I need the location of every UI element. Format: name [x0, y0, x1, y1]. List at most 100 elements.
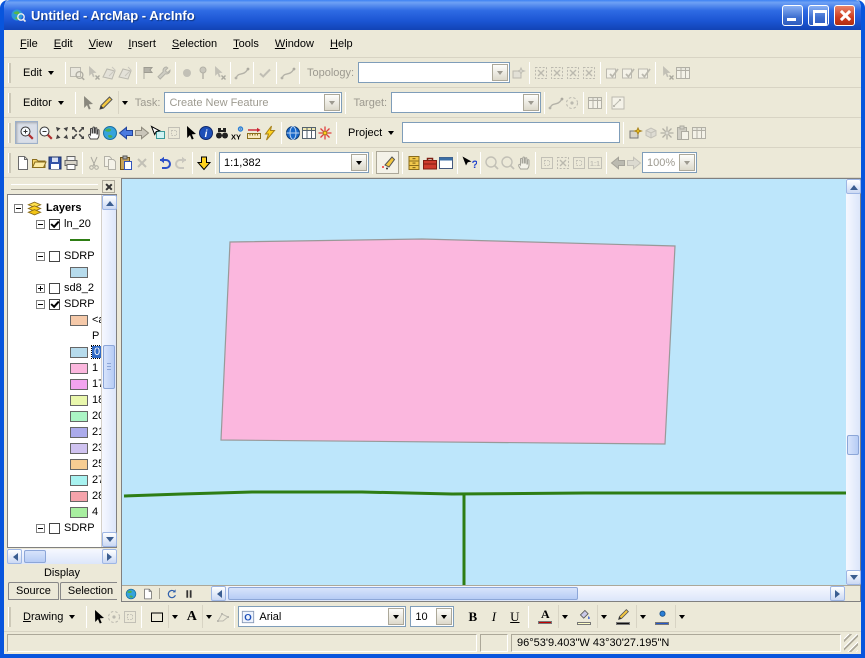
text-tool-dropdown[interactable] — [202, 605, 215, 628]
toc-close-icon[interactable] — [102, 180, 115, 193]
combo-dropdown-button[interactable] — [436, 608, 452, 625]
toolbar-grip[interactable] — [8, 153, 11, 173]
error-inspector-icon[interactable] — [604, 65, 620, 81]
scroll-track[interactable] — [102, 210, 116, 532]
toc-vertical-scrollbar[interactable] — [101, 195, 116, 547]
fixed-zoom-out-icon[interactable] — [70, 125, 86, 141]
italic-button[interactable]: I — [483, 606, 504, 627]
clear-selection-icon[interactable] — [166, 125, 182, 141]
legend-swatch[interactable] — [70, 363, 88, 374]
legend-swatch[interactable] — [70, 427, 88, 438]
map-topology-tool-icon[interactable] — [69, 65, 85, 81]
measure-ruler-icon[interactable] — [246, 125, 262, 141]
fix-topology-wrench-icon[interactable] — [156, 65, 172, 81]
full-extent-globe-icon[interactable] — [102, 125, 118, 141]
editor-menu-button[interactable]: Editor — [15, 92, 72, 114]
command-window-icon[interactable] — [438, 155, 454, 171]
combo-dropdown-button[interactable] — [351, 154, 367, 171]
scroll-thumb[interactable] — [103, 345, 115, 389]
zoom-out-icon[interactable] — [38, 125, 54, 141]
layout-zoom-in-icon[interactable] — [484, 155, 500, 171]
legend-swatch[interactable] — [70, 379, 88, 390]
title-bar[interactable]: Untitled - ArcMap - ArcInfo — [4, 0, 861, 30]
maximize-button[interactable] — [808, 5, 829, 26]
clear-errors-cursor-icon[interactable] — [659, 65, 675, 81]
menu-insert[interactable]: Insert — [120, 35, 164, 53]
map-canvas[interactable] — [122, 179, 845, 585]
legend-row[interactable]: 23 — [8, 440, 101, 456]
legend-swatch[interactable] — [70, 491, 88, 502]
scroll-track[interactable] — [226, 586, 830, 601]
validate-topology-area-icon[interactable] — [533, 65, 549, 81]
scroll-up-button[interactable] — [846, 179, 861, 194]
legend-swatch[interactable] — [70, 395, 88, 406]
font-color-dropdown[interactable] — [558, 605, 571, 628]
legend-row[interactable]: 21 — [8, 424, 101, 440]
legend-swatch[interactable] — [70, 459, 88, 470]
fixed-layout-zoom-icon[interactable] — [571, 155, 587, 171]
scroll-left-button[interactable] — [211, 586, 226, 601]
topology-edit-cursor-icon[interactable] — [85, 65, 101, 81]
arccatalog-icon[interactable] — [406, 155, 422, 171]
copy-icon[interactable] — [102, 155, 118, 171]
collapse-toggle[interactable] — [36, 252, 45, 261]
layer-row-ln20[interactable]: ln_20 — [8, 216, 101, 232]
whats-this-help-icon[interactable] — [461, 155, 477, 171]
zoom-100-icon[interactable] — [555, 155, 571, 171]
symbol-row-sdrp1[interactable] — [8, 264, 101, 280]
toc-drag-grip[interactable] — [11, 184, 98, 190]
task-combo[interactable]: Create New Feature — [164, 92, 342, 113]
legend-row[interactable]: 27 — [8, 472, 101, 488]
tab-source[interactable]: Source — [8, 582, 59, 600]
drawing-menu-button[interactable]: Drawing — [15, 606, 83, 628]
save-floppy-icon[interactable] — [47, 155, 63, 171]
hyperlink-lightning-icon[interactable] — [262, 125, 278, 141]
combo-dropdown-button[interactable] — [679, 154, 695, 171]
send-tool-icon[interactable] — [675, 125, 691, 141]
layer-visibility-checkbox[interactable] — [49, 283, 60, 294]
scroll-down-button[interactable] — [102, 532, 117, 547]
map-drawing[interactable] — [122, 179, 846, 585]
generalize-edge-icon[interactable] — [234, 65, 250, 81]
scroll-up-button[interactable] — [102, 195, 117, 210]
marker-color-button[interactable] — [649, 605, 675, 628]
layer-row-sdrp3[interactable]: SDRP — [8, 520, 101, 536]
sketch-tool-button[interactable] — [95, 91, 118, 114]
rotate-tool-icon[interactable] — [564, 95, 580, 111]
select-features-icon[interactable] — [150, 125, 166, 141]
legend-swatch[interactable] — [70, 411, 88, 422]
legend-row[interactable]: <a — [8, 312, 101, 328]
fill-color-dropdown[interactable] — [597, 605, 610, 628]
layer-row-sdrp1[interactable]: SDRP — [8, 248, 101, 264]
legend-row[interactable]: 4 — [8, 504, 101, 520]
menu-edit[interactable]: Edit — [46, 35, 81, 53]
collapse-toggle[interactable] — [36, 300, 45, 309]
shape-tool-dropdown[interactable] — [168, 605, 181, 628]
arctoolbox-icon[interactable] — [422, 155, 438, 171]
snap-node-icon[interactable] — [179, 65, 195, 81]
menu-file[interactable]: File — [12, 35, 46, 53]
sketch-properties-icon[interactable] — [610, 95, 626, 111]
fixed-zoom-in-icon[interactable] — [54, 125, 70, 141]
open-folder-icon[interactable] — [31, 155, 47, 171]
zoom-in-button[interactable] — [15, 121, 38, 144]
topology-flag-icon[interactable] — [140, 65, 156, 81]
error-check-icon[interactable] — [636, 65, 652, 81]
symbol-row-ln20[interactable] — [8, 232, 101, 248]
scroll-down-button[interactable] — [846, 570, 861, 585]
undo-icon[interactable] — [157, 155, 173, 171]
legend-row-selected[interactable]: 0 — [8, 344, 101, 360]
combo-dropdown-button[interactable] — [324, 94, 340, 111]
legend-row[interactable]: 28 — [8, 488, 101, 504]
project-menu-button[interactable]: Project — [340, 122, 402, 144]
legend-label-selected[interactable]: 0 — [92, 346, 101, 358]
redo-icon[interactable] — [173, 155, 189, 171]
project-search-input[interactable] — [402, 122, 620, 143]
underline-button[interactable]: U — [504, 606, 525, 627]
toc-horizontal-scrollbar[interactable] — [7, 549, 117, 564]
topology-combo[interactable] — [358, 62, 510, 83]
target-combo[interactable] — [391, 92, 541, 113]
zoom-to-selected-icon[interactable] — [122, 609, 138, 625]
legend-row[interactable]: 1 — [8, 360, 101, 376]
open-attribute-table-icon[interactable] — [301, 125, 317, 141]
